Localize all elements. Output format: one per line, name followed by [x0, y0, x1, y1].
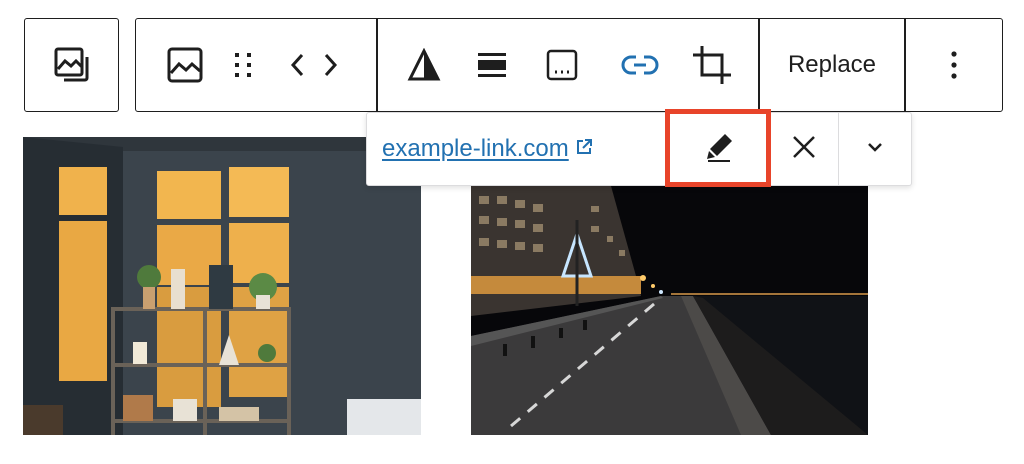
- link-icon: [621, 53, 659, 77]
- link-popover: example-link.com: [366, 112, 912, 186]
- crop-button[interactable]: [684, 19, 740, 111]
- chevron-down-icon: [866, 140, 884, 158]
- caption-button[interactable]: [536, 19, 588, 111]
- toolbar-separator: [376, 19, 378, 111]
- external-link-icon: [575, 135, 593, 163]
- drag-handle-icon: [232, 50, 254, 80]
- main-toolbar-group: Replace: [135, 18, 1003, 112]
- image-stack-icon: [52, 45, 92, 85]
- image-icon: [166, 46, 204, 84]
- more-options-button[interactable]: [906, 19, 1002, 111]
- duotone-icon: [407, 48, 441, 82]
- unlink-close-icon: [791, 134, 817, 165]
- drag-handle-button[interactable]: [220, 19, 266, 111]
- link-button[interactable]: [614, 19, 666, 111]
- duotone-button[interactable]: [398, 19, 450, 111]
- image-block-button[interactable]: [156, 19, 214, 111]
- move-arrows-icon: [290, 51, 338, 79]
- room-shelves-photo[interactable]: [23, 137, 421, 435]
- move-button[interactable]: [278, 19, 350, 111]
- remove-link-button[interactable]: [771, 113, 837, 185]
- caption-icon: [545, 48, 579, 82]
- replace-label: Replace: [787, 51, 877, 78]
- crop-icon: [691, 44, 733, 86]
- link-settings-toggle[interactable]: [839, 113, 911, 185]
- align-button[interactable]: [466, 19, 518, 111]
- link-url[interactable]: example-link.com: [382, 113, 593, 185]
- align-icon: [475, 48, 509, 82]
- more-vertical-icon: [950, 50, 958, 80]
- link-url-text: example-link.com: [382, 135, 569, 162]
- block-switcher-button[interactable]: [25, 19, 118, 111]
- night-promenade-photo[interactable]: [471, 186, 868, 435]
- edit-link-button[interactable]: [671, 113, 767, 185]
- edit-pencil-icon: [704, 132, 734, 167]
- replace-button[interactable]: Replace: [760, 19, 904, 111]
- block-switcher-group: [24, 18, 119, 112]
